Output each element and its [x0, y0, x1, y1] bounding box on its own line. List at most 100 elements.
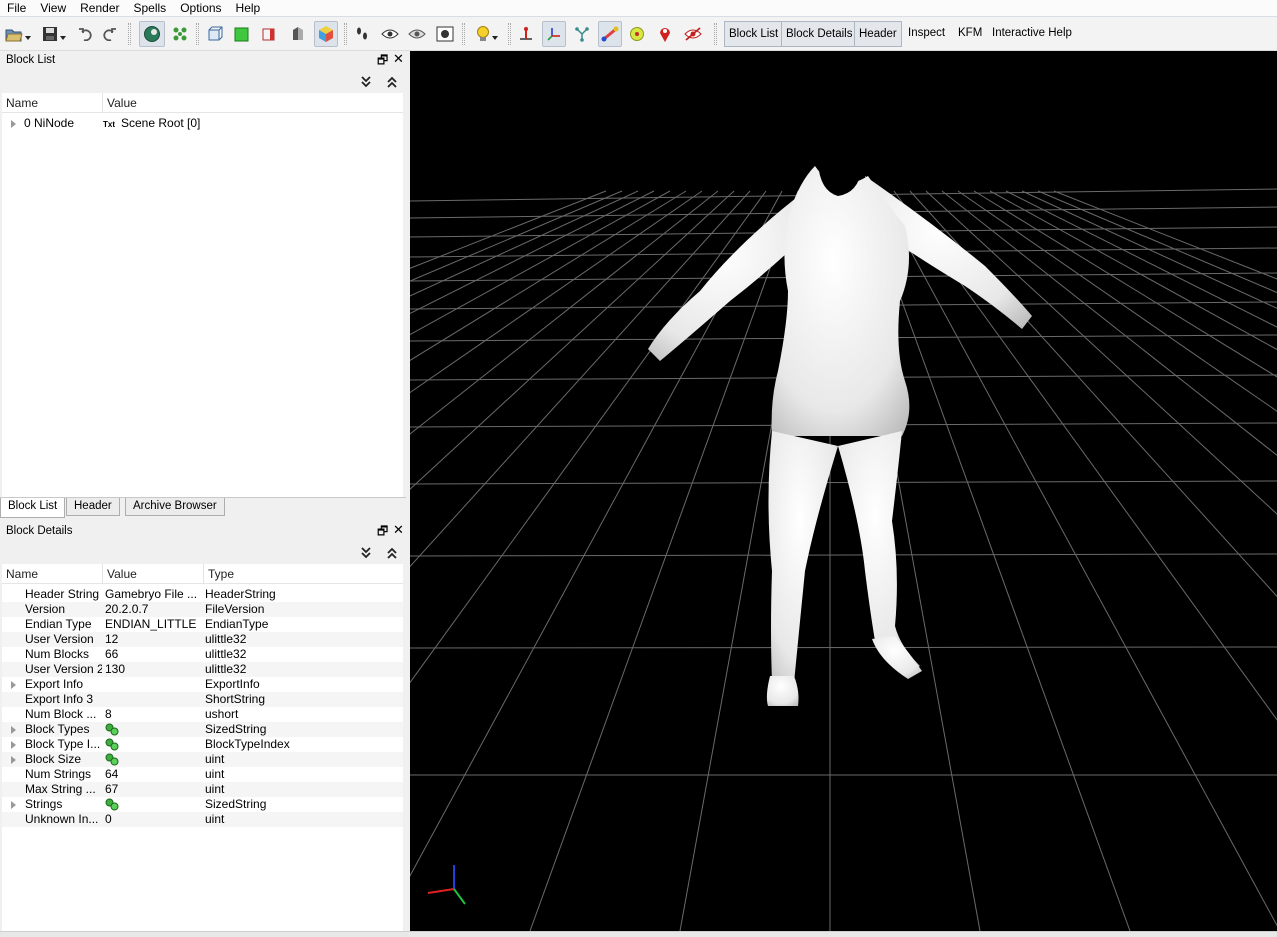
row-name: Block Types [25, 722, 90, 736]
row-name: User Version 2 [25, 662, 102, 676]
tab-block-list[interactable]: Block List [0, 498, 66, 518]
menu-help[interactable]: Help [229, 0, 268, 16]
table-row[interactable]: Export Info 3 ShortString [2, 692, 403, 707]
toolbar-kfm-button[interactable]: KFM [954, 21, 986, 47]
table-row[interactable]: Header String Gamebryo File ... HeaderStri… [2, 587, 403, 602]
table-row[interactable]: Num Blocks 66 ulittle32 [2, 647, 403, 662]
toolbar-header-button[interactable]: Header [854, 21, 902, 47]
collapse-all-icon[interactable] [359, 546, 373, 560]
col-name[interactable]: Name [6, 96, 38, 110]
skeleton-button[interactable] [572, 21, 592, 47]
tab-archive-browser[interactable]: Archive Browser [125, 498, 225, 516]
block-details-table[interactable]: Name Value Type Header String Gamebryo Fi… [2, 564, 403, 931]
block-list-tree[interactable]: Name Value 0 NiNode Txt Scene Root [0] [2, 93, 403, 497]
hidden-button[interactable] [407, 21, 427, 47]
menu-file[interactable]: File [0, 0, 33, 16]
menu-spells[interactable]: Spells [127, 0, 174, 16]
shading-button[interactable] [314, 21, 338, 47]
open-folder-icon [5, 29, 23, 42]
marker-button[interactable] [655, 21, 675, 47]
table-row[interactable]: Version 20.2.0.7 FileVersion [2, 602, 403, 617]
toolbar-block-list-button[interactable]: Block List [724, 21, 784, 47]
target-icon [630, 27, 644, 41]
toolbar-block-details-button[interactable]: Block Details [781, 21, 858, 47]
table-row[interactable]: Export Info ExportInfo [2, 677, 403, 692]
row-value: 8 [105, 707, 112, 721]
table-row[interactable]: User Version 2 130 ulittle32 [2, 662, 403, 677]
row-type: uint [205, 812, 225, 826]
float-icon[interactable]: 🗗 [377, 54, 388, 66]
bones-button[interactable] [598, 21, 622, 47]
close-icon[interactable]: ✕ [393, 523, 404, 536]
nodes-button[interactable] [170, 21, 190, 47]
vertex-button[interactable] [627, 21, 647, 47]
axes-button[interactable] [542, 21, 566, 47]
save-disk-icon [43, 27, 57, 41]
bone-icon [601, 26, 619, 42]
open-button[interactable] [4, 21, 32, 47]
render-viewport[interactable] [410, 51, 1277, 931]
footprints-button[interactable] [353, 21, 371, 47]
table-row[interactable]: Num Strings 64 uint [2, 767, 403, 782]
expand-all-icon[interactable] [385, 546, 399, 560]
table-row[interactable]: Max String ... 67 uint [2, 782, 403, 797]
table-row[interactable]: Strings SizedString [2, 797, 403, 812]
hide-marker-button[interactable] [683, 21, 703, 47]
cube-color-icon [319, 26, 333, 42]
row-value: 64 [105, 767, 119, 781]
texture-button[interactable] [259, 21, 279, 47]
close-icon[interactable]: ✕ [393, 52, 404, 65]
undo-button[interactable] [76, 21, 94, 47]
status-bar [0, 931, 1277, 937]
expand-arrow-icon[interactable] [11, 726, 16, 734]
show-button[interactable] [380, 21, 400, 47]
table-row[interactable]: Unknown In... 0 uint [2, 812, 403, 827]
row-name: Num Strings [25, 767, 92, 781]
tab-header[interactable]: Header [66, 498, 120, 516]
collapse-all-icon[interactable] [359, 75, 373, 89]
col-value[interactable]: Value [107, 567, 137, 581]
row-value: Gamebryo File ... [105, 587, 198, 601]
map-pin-icon [660, 28, 670, 42]
screenshot-button[interactable] [435, 21, 455, 47]
menu-options[interactable]: Options [173, 0, 228, 16]
col-value[interactable]: Value [107, 96, 137, 110]
expand-arrow-icon[interactable] [11, 801, 16, 809]
row-name: Num Block ... [25, 707, 97, 721]
save-button[interactable] [40, 21, 68, 47]
table-row[interactable]: Endian Type ENDIAN_LITTLE EndianType [2, 617, 403, 632]
row-name: Export Info [25, 677, 84, 691]
wireframe-button[interactable] [205, 21, 225, 47]
skeleton-icon [575, 27, 589, 42]
expand-arrow-icon[interactable] [11, 120, 16, 128]
table-row[interactable]: Num Block ... 8 ushort [2, 707, 403, 722]
redo-button[interactable] [101, 21, 119, 47]
tree-row[interactable]: 0 NiNode Txt Scene Root [0] [2, 116, 403, 131]
menu-render[interactable]: Render [73, 0, 126, 16]
globe-icon [144, 26, 160, 42]
lighting-button[interactable] [472, 21, 502, 47]
table-row[interactable]: User Version 12 ulittle32 [2, 632, 403, 647]
expand-all-icon[interactable] [385, 75, 399, 89]
ground-axes-button[interactable] [516, 21, 536, 47]
expand-arrow-icon[interactable] [11, 681, 16, 689]
table-row[interactable]: Block Size uint [2, 752, 403, 767]
expand-arrow-icon[interactable] [11, 756, 16, 764]
expand-arrow-icon[interactable] [11, 741, 16, 749]
col-name[interactable]: Name [6, 567, 38, 581]
toolbar-inspect-button[interactable]: Inspect [904, 21, 949, 47]
row-type: FileVersion [205, 602, 265, 616]
solid-button[interactable] [232, 21, 252, 47]
normals-button[interactable] [288, 21, 308, 47]
block-details-header: Name Value Type [2, 564, 403, 584]
table-row[interactable]: Block Types SizedString [2, 722, 403, 737]
undo-icon [79, 28, 92, 41]
table-row[interactable]: Block Type I... BlockTypeIndex [2, 737, 403, 752]
lod-button[interactable] [139, 21, 165, 47]
scene-canvas [410, 161, 1277, 931]
row-type: ShortString [205, 692, 266, 706]
float-icon[interactable]: 🗗 [377, 525, 388, 537]
col-type[interactable]: Type [208, 567, 234, 581]
toolbar-interactive-help-button[interactable]: Interactive Help [988, 21, 1076, 47]
menu-view[interactable]: View [33, 0, 73, 16]
